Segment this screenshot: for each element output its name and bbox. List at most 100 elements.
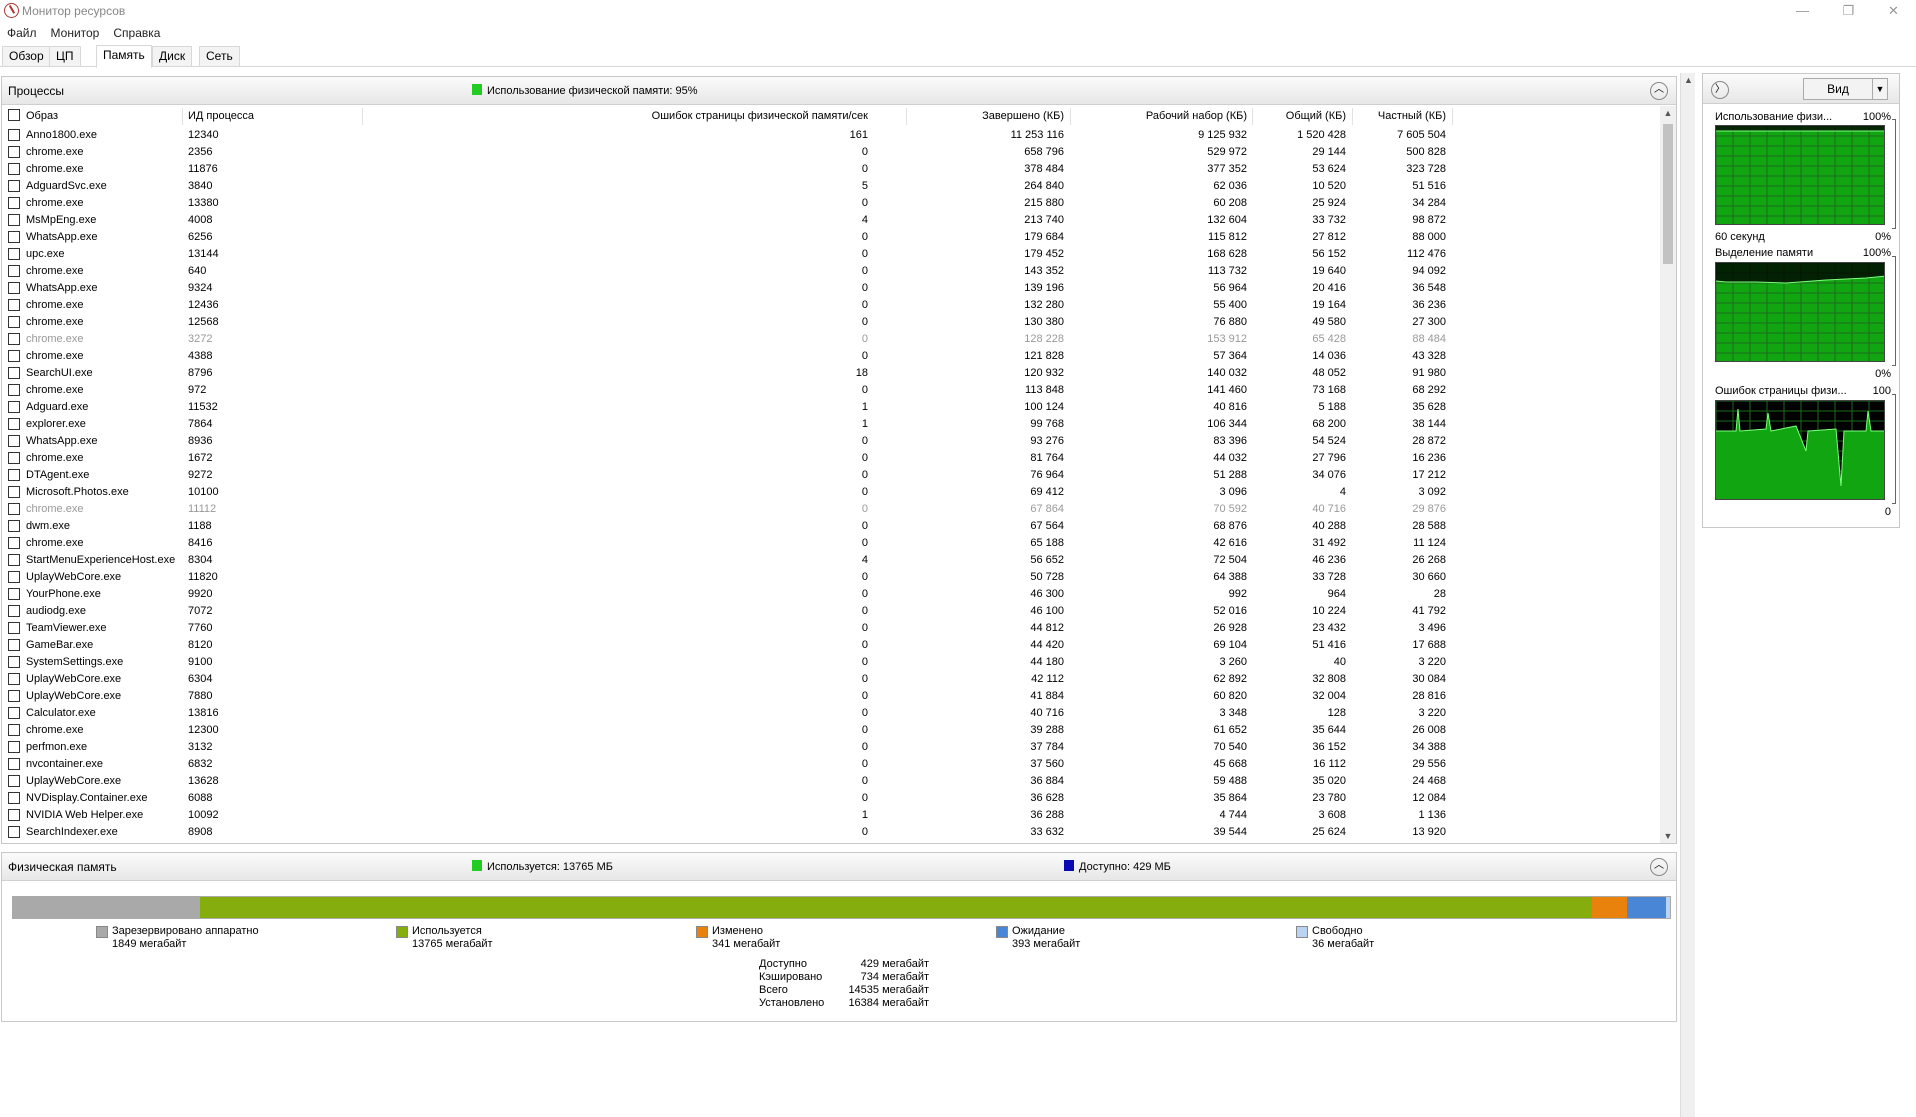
row-checkbox[interactable] (8, 775, 20, 787)
scroll-up-arrow-icon[interactable]: ▲ (1663, 108, 1673, 118)
scroll-thumb[interactable] (1663, 124, 1673, 264)
col-image[interactable]: Образ (26, 110, 58, 126)
table-row[interactable]: chrome.exe 2356 0 658 796 529 972 29 144 500 8… (2, 144, 1660, 161)
table-row[interactable]: WhatsApp.exe 9324 0 139 196 56 964 20 416 36 5… (2, 280, 1660, 297)
table-row[interactable]: chrome.exe 972 0 113 848 141 460 73 168 68 292 (2, 382, 1660, 399)
row-checkbox[interactable] (8, 214, 20, 226)
row-checkbox[interactable] (8, 741, 20, 753)
table-row[interactable]: Anno1800.exe 12340 161 11 253 116 9 125 932 1… (2, 127, 1660, 144)
table-row[interactable]: DTAgent.exe 9272 0 76 964 51 288 34 076 17 212 (2, 467, 1660, 484)
row-checkbox[interactable] (8, 588, 20, 600)
table-row[interactable]: Calculator.exe 13816 0 40 716 3 348 128 3 220 (2, 705, 1660, 722)
table-row[interactable]: SearchUI.exe 8796 18 120 932 140 032 48 052 91… (2, 365, 1660, 382)
row-checkbox[interactable] (8, 333, 20, 345)
col-commit[interactable]: Завершено (КБ) (906, 110, 1064, 126)
table-row[interactable]: upc.exe 13144 0 179 452 168 628 56 152 112 476 (2, 246, 1660, 263)
table-row[interactable]: SearchIndexer.exe 8908 0 33 632 39 544 25 624… (2, 824, 1660, 841)
table-row[interactable]: GameBar.exe 8120 0 44 420 69 104 51 416 17 688 (2, 637, 1660, 654)
row-checkbox[interactable] (8, 299, 20, 311)
table-row[interactable]: NVIDIA Web Helper.exe 10092 1 36 288 4 744 3 … (2, 807, 1660, 824)
row-checkbox[interactable] (8, 724, 20, 736)
table-row[interactable]: UplayWebCore.exe 7880 0 41 884 60 820 32 004 2… (2, 688, 1660, 705)
table-row[interactable]: WhatsApp.exe 8936 0 93 276 83 396 54 524 28 87… (2, 433, 1660, 450)
processes-scrollbar[interactable]: ▲ ▼ (1660, 106, 1676, 843)
row-checkbox[interactable] (8, 605, 20, 617)
expand-right-icon[interactable]: 〉 (1711, 81, 1729, 99)
table-row[interactable]: explorer.exe 7864 1 99 768 106 344 68 200 38 1… (2, 416, 1660, 433)
table-row[interactable]: chrome.exe 640 0 143 352 113 732 19 640 94 092 (2, 263, 1660, 280)
table-row[interactable]: StartMenuExperienceHost.exe 8304 4 56 652 72… (2, 552, 1660, 569)
row-checkbox[interactable] (8, 690, 20, 702)
table-row[interactable]: chrome.exe 4388 0 121 828 57 364 14 036 43 328 (2, 348, 1660, 365)
table-row[interactable]: chrome.exe 12568 0 130 380 76 880 49 580 27 30… (2, 314, 1660, 331)
menu-monitor[interactable]: Монитор (44, 23, 107, 43)
row-checkbox[interactable] (8, 826, 20, 838)
view-dropdown[interactable]: Вид ▼ (1803, 78, 1888, 100)
row-checkbox[interactable] (8, 554, 20, 566)
table-row[interactable]: SystemSettings.exe 9100 0 44 180 3 260 40 3 22… (2, 654, 1660, 671)
select-all-checkbox[interactable] (8, 109, 20, 121)
row-checkbox[interactable] (8, 758, 20, 770)
table-row[interactable]: chrome.exe 12300 0 39 288 61 652 35 644 26 008 (2, 722, 1660, 739)
row-checkbox[interactable] (8, 792, 20, 804)
row-checkbox[interactable] (8, 384, 20, 396)
chevron-down-icon[interactable]: ▼ (1872, 79, 1887, 99)
row-checkbox[interactable] (8, 571, 20, 583)
row-checkbox[interactable] (8, 231, 20, 243)
row-checkbox[interactable] (8, 707, 20, 719)
table-row[interactable]: YourPhone.exe 9920 0 46 300 992 964 28 (2, 586, 1660, 603)
table-row[interactable]: chrome.exe 8416 0 65 188 42 616 31 492 11 124 (2, 535, 1660, 552)
col-private[interactable]: Частный (КБ) (1352, 110, 1446, 126)
col-hard-faults[interactable]: Ошибок страницы физической памяти/сек (362, 110, 868, 126)
table-row[interactable]: chrome.exe 11112 0 67 864 70 592 40 716 29 876 (2, 501, 1660, 518)
row-checkbox[interactable] (8, 350, 20, 362)
row-checkbox[interactable] (8, 656, 20, 668)
table-row[interactable]: nvcontainer.exe 6832 0 37 560 45 668 16 112 29… (2, 756, 1660, 773)
row-checkbox[interactable] (8, 452, 20, 464)
row-checkbox[interactable] (8, 129, 20, 141)
row-checkbox[interactable] (8, 469, 20, 481)
table-row[interactable]: MsMpEng.exe 4008 4 213 740 132 604 33 732 98 8… (2, 212, 1660, 229)
table-row[interactable]: AdguardSvc.exe 3840 5 264 840 62 036 10 520 51… (2, 178, 1660, 195)
close-button[interactable]: ✕ (1871, 0, 1916, 22)
tab-cpu[interactable]: ЦП (49, 46, 81, 67)
table-row[interactable]: chrome.exe 13380 0 215 880 60 208 25 924 34 28… (2, 195, 1660, 212)
row-checkbox[interactable] (8, 503, 20, 515)
row-checkbox[interactable] (8, 146, 20, 158)
table-row[interactable]: audiodg.exe 7072 0 46 100 52 016 10 224 41 792 (2, 603, 1660, 620)
table-row[interactable]: chrome.exe 1672 0 81 764 44 032 27 796 16 236 (2, 450, 1660, 467)
row-checkbox[interactable] (8, 316, 20, 328)
row-checkbox[interactable] (8, 622, 20, 634)
row-checkbox[interactable] (8, 520, 20, 532)
row-checkbox[interactable] (8, 265, 20, 277)
menu-file[interactable]: Файл (0, 23, 44, 43)
minimize-button[interactable]: — (1780, 0, 1825, 22)
row-checkbox[interactable] (8, 418, 20, 430)
scroll-up-arrow-icon[interactable]: ▲ (1684, 75, 1693, 85)
menu-help[interactable]: Справка (106, 23, 167, 43)
table-row[interactable]: perfmon.exe 3132 0 37 784 70 540 36 152 34 388 (2, 739, 1660, 756)
table-row[interactable]: chrome.exe 11876 0 378 484 377 352 53 624 323 … (2, 161, 1660, 178)
table-row[interactable]: UplayWebCore.exe 11820 0 50 728 64 388 33 728… (2, 569, 1660, 586)
row-checkbox[interactable] (8, 401, 20, 413)
row-checkbox[interactable] (8, 673, 20, 685)
col-pid[interactable]: ИД процесса (188, 110, 254, 126)
table-row[interactable]: chrome.exe 3272 0 128 228 153 912 65 428 88 48… (2, 331, 1660, 348)
row-checkbox[interactable] (8, 282, 20, 294)
row-checkbox[interactable] (8, 248, 20, 260)
row-checkbox[interactable] (8, 537, 20, 549)
table-row[interactable]: chrome.exe 12436 0 132 280 55 400 19 164 36 23… (2, 297, 1660, 314)
row-checkbox[interactable] (8, 809, 20, 821)
tab-disk[interactable]: Диск (152, 46, 193, 67)
tab-overview[interactable]: Обзор (2, 46, 51, 67)
table-row[interactable]: TeamViewer.exe 7760 0 44 812 26 928 23 432 3 4… (2, 620, 1660, 637)
tab-memory[interactable]: Память (96, 45, 152, 68)
row-checkbox[interactable] (8, 180, 20, 192)
row-checkbox[interactable] (8, 639, 20, 651)
collapse-up-icon[interactable]: ︿ (1650, 858, 1668, 876)
table-row[interactable]: NVDisplay.Container.exe 6088 0 36 628 35 864… (2, 790, 1660, 807)
row-checkbox[interactable] (8, 163, 20, 175)
table-row[interactable]: UplayWebCore.exe 6304 0 42 112 62 892 32 808 3… (2, 671, 1660, 688)
row-checkbox[interactable] (8, 486, 20, 498)
row-checkbox[interactable] (8, 435, 20, 447)
